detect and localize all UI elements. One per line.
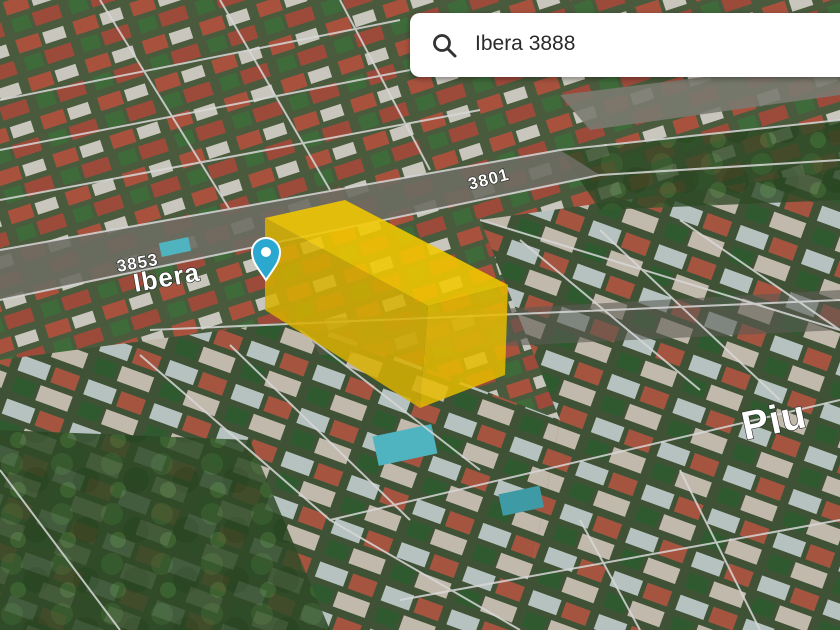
satellite-map[interactable]: 3853 Ibera 3801 Piu bbox=[0, 0, 840, 630]
search-input[interactable]: Ibera 3888 bbox=[475, 32, 575, 56]
search-icon[interactable] bbox=[432, 33, 458, 59]
search-bar[interactable]: Ibera 3888 bbox=[410, 13, 840, 77]
